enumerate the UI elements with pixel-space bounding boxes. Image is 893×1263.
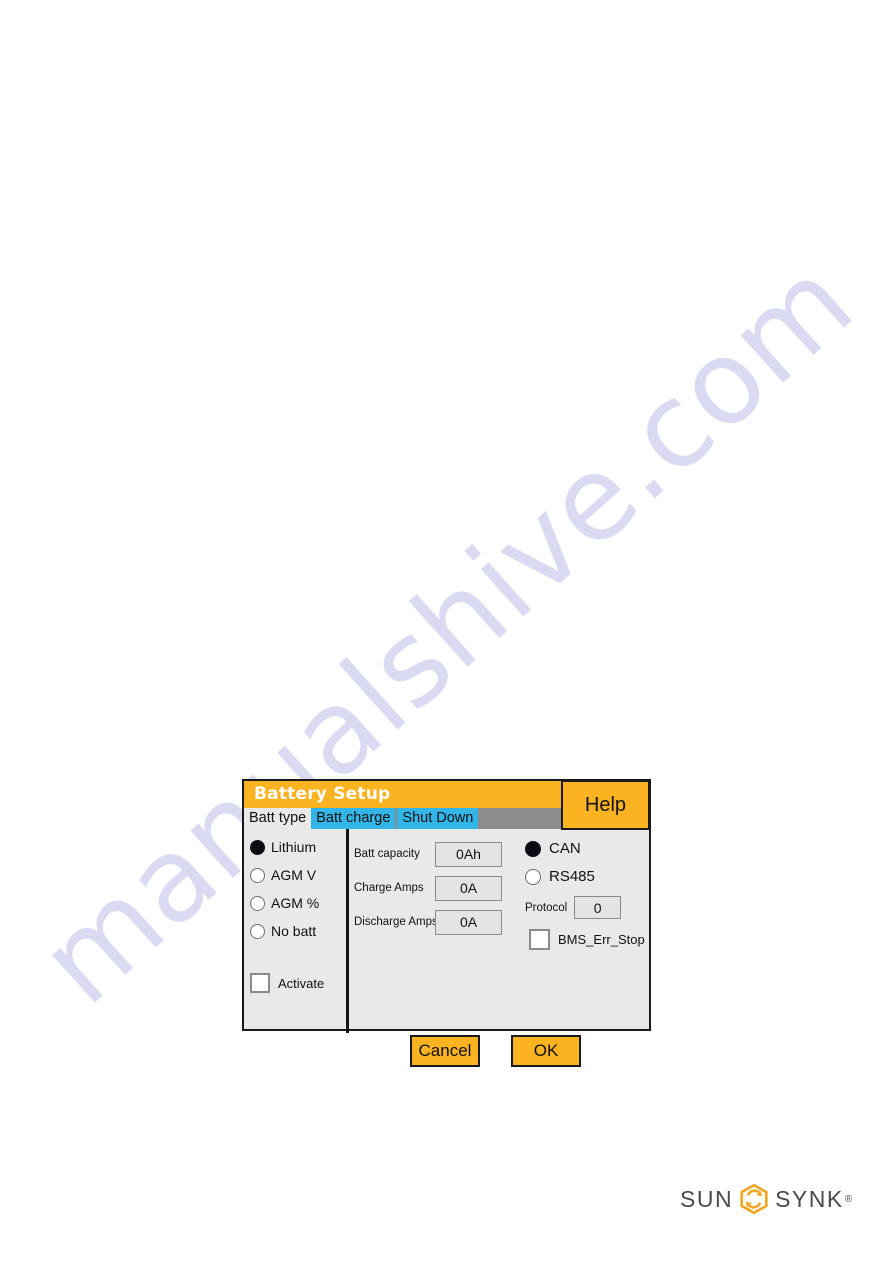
- vertical-divider: [346, 829, 349, 1033]
- radio-row-no-batt[interactable]: No batt: [250, 919, 346, 943]
- battery-type-group: Lithium AGM V AGM % No batt: [250, 835, 346, 947]
- radio-can-label: CAN: [549, 840, 581, 857]
- help-button-label: Help: [584, 793, 627, 816]
- ok-button[interactable]: OK: [511, 1035, 581, 1067]
- field-row-charge-amps: Charge Amps 0A: [354, 871, 519, 905]
- ok-button-label: OK: [533, 1041, 559, 1060]
- field-row-discharge-amps: Discharge Amps 0A: [354, 905, 519, 939]
- bms-err-stop-row[interactable]: BMS_Err_Stop: [529, 929, 649, 950]
- tab-batt-type-label: Batt type: [249, 810, 307, 827]
- tab-batt-charge[interactable]: Batt charge: [311, 808, 396, 829]
- comms-group: CAN RS485 Protocol 0 BMS_Err_Stop: [525, 835, 649, 950]
- dialog-title: Battery Setup: [254, 784, 391, 804]
- dialog-body: Lithium AGM V AGM % No batt Activate Bat…: [244, 829, 649, 1067]
- field-row-batt-capacity: Batt capacity 0Ah: [354, 837, 519, 871]
- activate-checkbox-row[interactable]: Activate: [250, 973, 324, 993]
- battery-fields-group: Batt capacity 0Ah Charge Amps 0A Dischar…: [354, 837, 519, 939]
- radio-rs485-label: RS485: [549, 868, 595, 885]
- radio-lithium-label: Lithium: [271, 839, 317, 855]
- protocol-input[interactable]: 0: [574, 896, 622, 919]
- tab-batt-charge-label: Batt charge: [316, 810, 391, 827]
- battery-setup-dialog: Battery Setup Batt type Batt charge Shut…: [242, 779, 651, 1067]
- logo-word-sun: SUN: [680, 1185, 734, 1212]
- cancel-button[interactable]: Cancel: [410, 1035, 480, 1067]
- activate-checkbox-icon[interactable]: [250, 973, 270, 993]
- charge-amps-label: Charge Amps: [354, 882, 424, 894]
- radio-agm-percent-icon[interactable]: [250, 895, 265, 911]
- protocol-row: Protocol 0: [525, 896, 649, 919]
- radio-no-batt-label: No batt: [271, 923, 317, 939]
- radio-can-icon[interactable]: [525, 840, 541, 857]
- discharge-amps-label: Discharge Amps: [354, 916, 438, 928]
- radio-row-lithium[interactable]: Lithium: [250, 835, 346, 859]
- discharge-amps-input[interactable]: 0A: [435, 909, 502, 935]
- sunsynk-hexagon-recycle-icon: [739, 1183, 769, 1215]
- cancel-button-label: Cancel: [418, 1041, 472, 1060]
- page-watermark: manualshive.com: [0, 0, 893, 1263]
- batt-capacity-label: Batt capacity: [354, 848, 420, 860]
- bms-err-stop-checkbox-icon[interactable]: [529, 929, 550, 950]
- radio-row-agm-v[interactable]: AGM V: [250, 863, 346, 887]
- help-button[interactable]: Help: [561, 780, 650, 830]
- radio-lithium-icon[interactable]: [250, 839, 265, 855]
- tab-shut-down[interactable]: Shut Down: [397, 808, 479, 829]
- batt-capacity-input[interactable]: 0Ah: [435, 841, 502, 867]
- tab-batt-type[interactable]: Batt type: [244, 808, 312, 829]
- charge-amps-input[interactable]: 0A: [435, 875, 502, 901]
- radio-agm-v-label: AGM V: [271, 867, 317, 883]
- activate-label: Activate: [278, 975, 325, 991]
- radio-row-rs485[interactable]: RS485: [525, 863, 649, 890]
- radio-agm-v-icon[interactable]: [250, 867, 265, 883]
- sunsynk-logo: SUN SYNK ®: [680, 1183, 852, 1215]
- tab-shut-down-label: Shut Down: [402, 810, 474, 827]
- bms-err-stop-label: BMS_Err_Stop: [558, 932, 645, 947]
- radio-rs485-icon[interactable]: [525, 868, 541, 885]
- radio-row-agm-percent[interactable]: AGM %: [250, 891, 346, 915]
- protocol-label: Protocol: [525, 901, 568, 914]
- radio-no-batt-icon[interactable]: [250, 923, 265, 939]
- logo-word-synk: SYNK: [775, 1185, 844, 1212]
- radio-agm-percent-label: AGM %: [271, 895, 320, 911]
- radio-row-can[interactable]: CAN: [525, 835, 649, 862]
- logo-registered-mark: ®: [844, 1193, 853, 1205]
